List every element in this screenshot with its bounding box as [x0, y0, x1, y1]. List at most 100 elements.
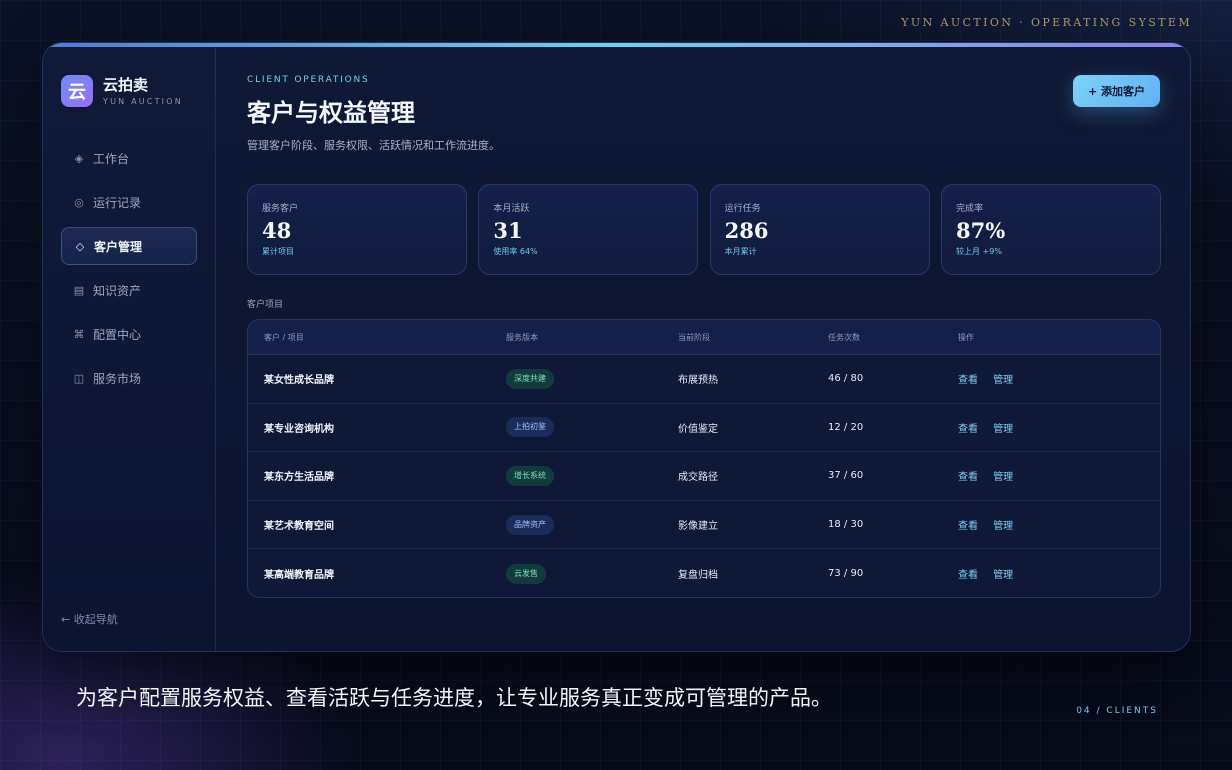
actions-cell: 查看 管理	[958, 468, 1158, 483]
table-row[interactable]: 某专业咨询机构 上拍初鉴 价值鉴定 12 / 20 查看 管理	[248, 404, 1160, 453]
version-cell: 增长系统	[506, 465, 678, 486]
actions-cell: 查看 管理	[958, 420, 1158, 435]
config-icon: ⌘	[73, 327, 85, 341]
client-name: 某女性成长品牌	[264, 375, 334, 387]
view-link[interactable]: 查看	[958, 375, 978, 386]
sidebar-item-label: 配置中心	[93, 327, 142, 342]
manage-link[interactable]: 管理	[993, 570, 1013, 581]
stat-value: 48	[262, 218, 292, 243]
main-content: CLIENT OPERATIONS 客户与权益管理 管理客户阶段、服务权限、活跃…	[247, 47, 1161, 651]
version-tag: 品牌资产	[506, 514, 554, 535]
sidebar-item-workbench[interactable]: ◈ 工作台	[61, 139, 197, 177]
sidebar-item-knowledge[interactable]: ▤ 知识资产	[61, 271, 197, 309]
page-number: 04 / CLIENTS	[1076, 706, 1158, 716]
page-eyebrow: CLIENT OPERATIONS	[247, 75, 370, 85]
stat-note: 较上月 +9%	[955, 247, 1002, 256]
knowledge-icon: ▤	[73, 283, 85, 297]
clients-icon: ◇	[75, 239, 85, 253]
version-cell: 深度共建	[506, 368, 678, 389]
stat-note: 累计项目	[262, 247, 294, 256]
brand-text: 云拍卖 YUN AUCTION	[103, 76, 183, 106]
client-table: 客户 / 项目 服务版本 当前阶段 任务次数 操作 某女性成长品牌 深度共建 布…	[247, 319, 1161, 598]
tasks-cell: 46 / 80	[828, 373, 864, 385]
column-header: 服务版本	[506, 332, 538, 342]
view-link[interactable]: 查看	[958, 570, 978, 581]
stat-value: 31	[493, 218, 523, 243]
column-header: 当前阶段	[678, 332, 710, 342]
tasks-cell: 12 / 20	[828, 421, 864, 433]
stage-cell: 布展预热	[678, 375, 718, 387]
stage-cell: 成交路径	[678, 472, 718, 484]
workbench-icon: ◈	[74, 151, 84, 165]
version-tag: 上拍初鉴	[506, 417, 554, 438]
column-header: 客户 / 项目	[264, 332, 304, 342]
stat-value: 87%	[955, 218, 1006, 243]
manage-link[interactable]: 管理	[993, 375, 1013, 386]
stat-card-active: 本月活跃 31 使用率 64%	[478, 184, 699, 275]
stat-label: 服务客户	[262, 204, 299, 214]
view-link[interactable]: 查看	[958, 521, 978, 532]
actions-cell: 查看 管理	[958, 517, 1158, 532]
sidebar-item-label: 运行记录	[93, 195, 142, 210]
table-row[interactable]: 某东方生活品牌 增长系统 成交路径 37 / 60 查看 管理	[248, 452, 1160, 501]
version-cell: 品牌资产	[506, 514, 678, 535]
manage-link[interactable]: 管理	[993, 472, 1013, 483]
actions-cell: 查看 管理	[958, 566, 1158, 581]
column-header: 操作	[958, 332, 974, 342]
market-icon: ◫	[73, 371, 85, 385]
page-description: 管理客户阶段、服务权限、活跃情况和工作流进度。	[247, 139, 500, 152]
table-row[interactable]: 某女性成长品牌 深度共建 布展预热 46 / 80 查看 管理	[248, 355, 1160, 404]
add-client-button[interactable]: + 添加客户	[1072, 75, 1160, 107]
stat-label: 本月活跃	[493, 204, 530, 214]
table-row[interactable]: 某艺术教育空间 品牌资产 影像建立 18 / 30 查看 管理	[248, 501, 1160, 550]
stat-note: 使用率 64%	[493, 247, 538, 256]
stage-cell: 复盘归档	[678, 570, 718, 582]
os-label: YUN AUCTION · OPERATING SYSTEM	[901, 16, 1192, 29]
table-row[interactable]: 某高端教育品牌 云发售 复盘归档 73 / 90 查看 管理	[248, 549, 1160, 597]
sidebar-item-label: 知识资产	[93, 283, 142, 298]
sidebar-item-label: 客户管理	[94, 239, 143, 254]
version-cell: 云发售	[506, 563, 678, 584]
brand: 云 云拍卖 YUN AUCTION	[61, 75, 183, 107]
sidebar: 云 云拍卖 YUN AUCTION ◈ 工作台 ◎ 运行记录 ◇ 客户管理 ▤ …	[43, 47, 216, 651]
stat-card-tasks: 运行任务 286 本月累计	[709, 184, 930, 275]
actions-cell: 查看 管理	[958, 371, 1158, 386]
client-name: 某艺术教育空间	[264, 521, 334, 533]
section-label: 客户项目	[247, 300, 284, 310]
brand-name: 云拍卖	[103, 76, 149, 94]
manage-link[interactable]: 管理	[993, 424, 1013, 435]
brand-subtitle: YUN AUCTION	[103, 97, 183, 106]
version-cell: 上拍初鉴	[506, 417, 678, 438]
run-log-icon: ◎	[74, 195, 84, 209]
tasks-cell: 37 / 60	[828, 470, 864, 482]
sidebar-item-config[interactable]: ⌘ 配置中心	[61, 315, 197, 353]
stat-value: 286	[724, 218, 769, 243]
stage-cell: 价值鉴定	[678, 423, 718, 435]
stat-card-completion: 完成率 87% 较上月 +9%	[940, 184, 1161, 275]
client-name: 某专业咨询机构	[264, 423, 334, 435]
stats-row: 服务客户 48 累计项目 本月活跃 31 使用率 64% 运行任务 286 本月…	[247, 184, 1161, 275]
stat-label: 运行任务	[724, 204, 761, 214]
sidebar-item-clients[interactable]: ◇ 客户管理	[61, 227, 197, 265]
brand-logo: 云	[61, 75, 93, 107]
tasks-cell: 73 / 90	[828, 568, 864, 580]
sidebar-item-label: 服务市场	[93, 371, 142, 386]
collapse-nav-button[interactable]: ← 收起导航	[61, 611, 118, 627]
sidebar-item-label: 工作台	[93, 151, 130, 166]
stage-cell: 影像建立	[678, 521, 718, 533]
version-tag: 深度共建	[506, 368, 554, 389]
sidebar-item-run-log[interactable]: ◎ 运行记录	[61, 183, 197, 221]
tasks-cell: 18 / 30	[828, 519, 864, 531]
client-name: 某高端教育品牌	[264, 570, 334, 582]
stat-note: 本月累计	[724, 247, 757, 256]
manage-link[interactable]: 管理	[993, 521, 1013, 532]
table-header: 客户 / 项目 服务版本 当前阶段 任务次数 操作	[248, 320, 1160, 355]
sidebar-item-market[interactable]: ◫ 服务市场	[61, 359, 197, 397]
sidebar-nav: ◈ 工作台 ◎ 运行记录 ◇ 客户管理 ▤ 知识资产 ⌘ 配置中心 ◫ 服务市场	[61, 139, 197, 403]
view-link[interactable]: 查看	[958, 424, 978, 435]
column-header: 任务次数	[828, 332, 860, 342]
view-link[interactable]: 查看	[958, 472, 978, 483]
client-name: 某东方生活品牌	[264, 472, 334, 484]
stat-label: 完成率	[955, 204, 983, 214]
app-window: 云 云拍卖 YUN AUCTION ◈ 工作台 ◎ 运行记录 ◇ 客户管理 ▤ …	[42, 42, 1191, 652]
